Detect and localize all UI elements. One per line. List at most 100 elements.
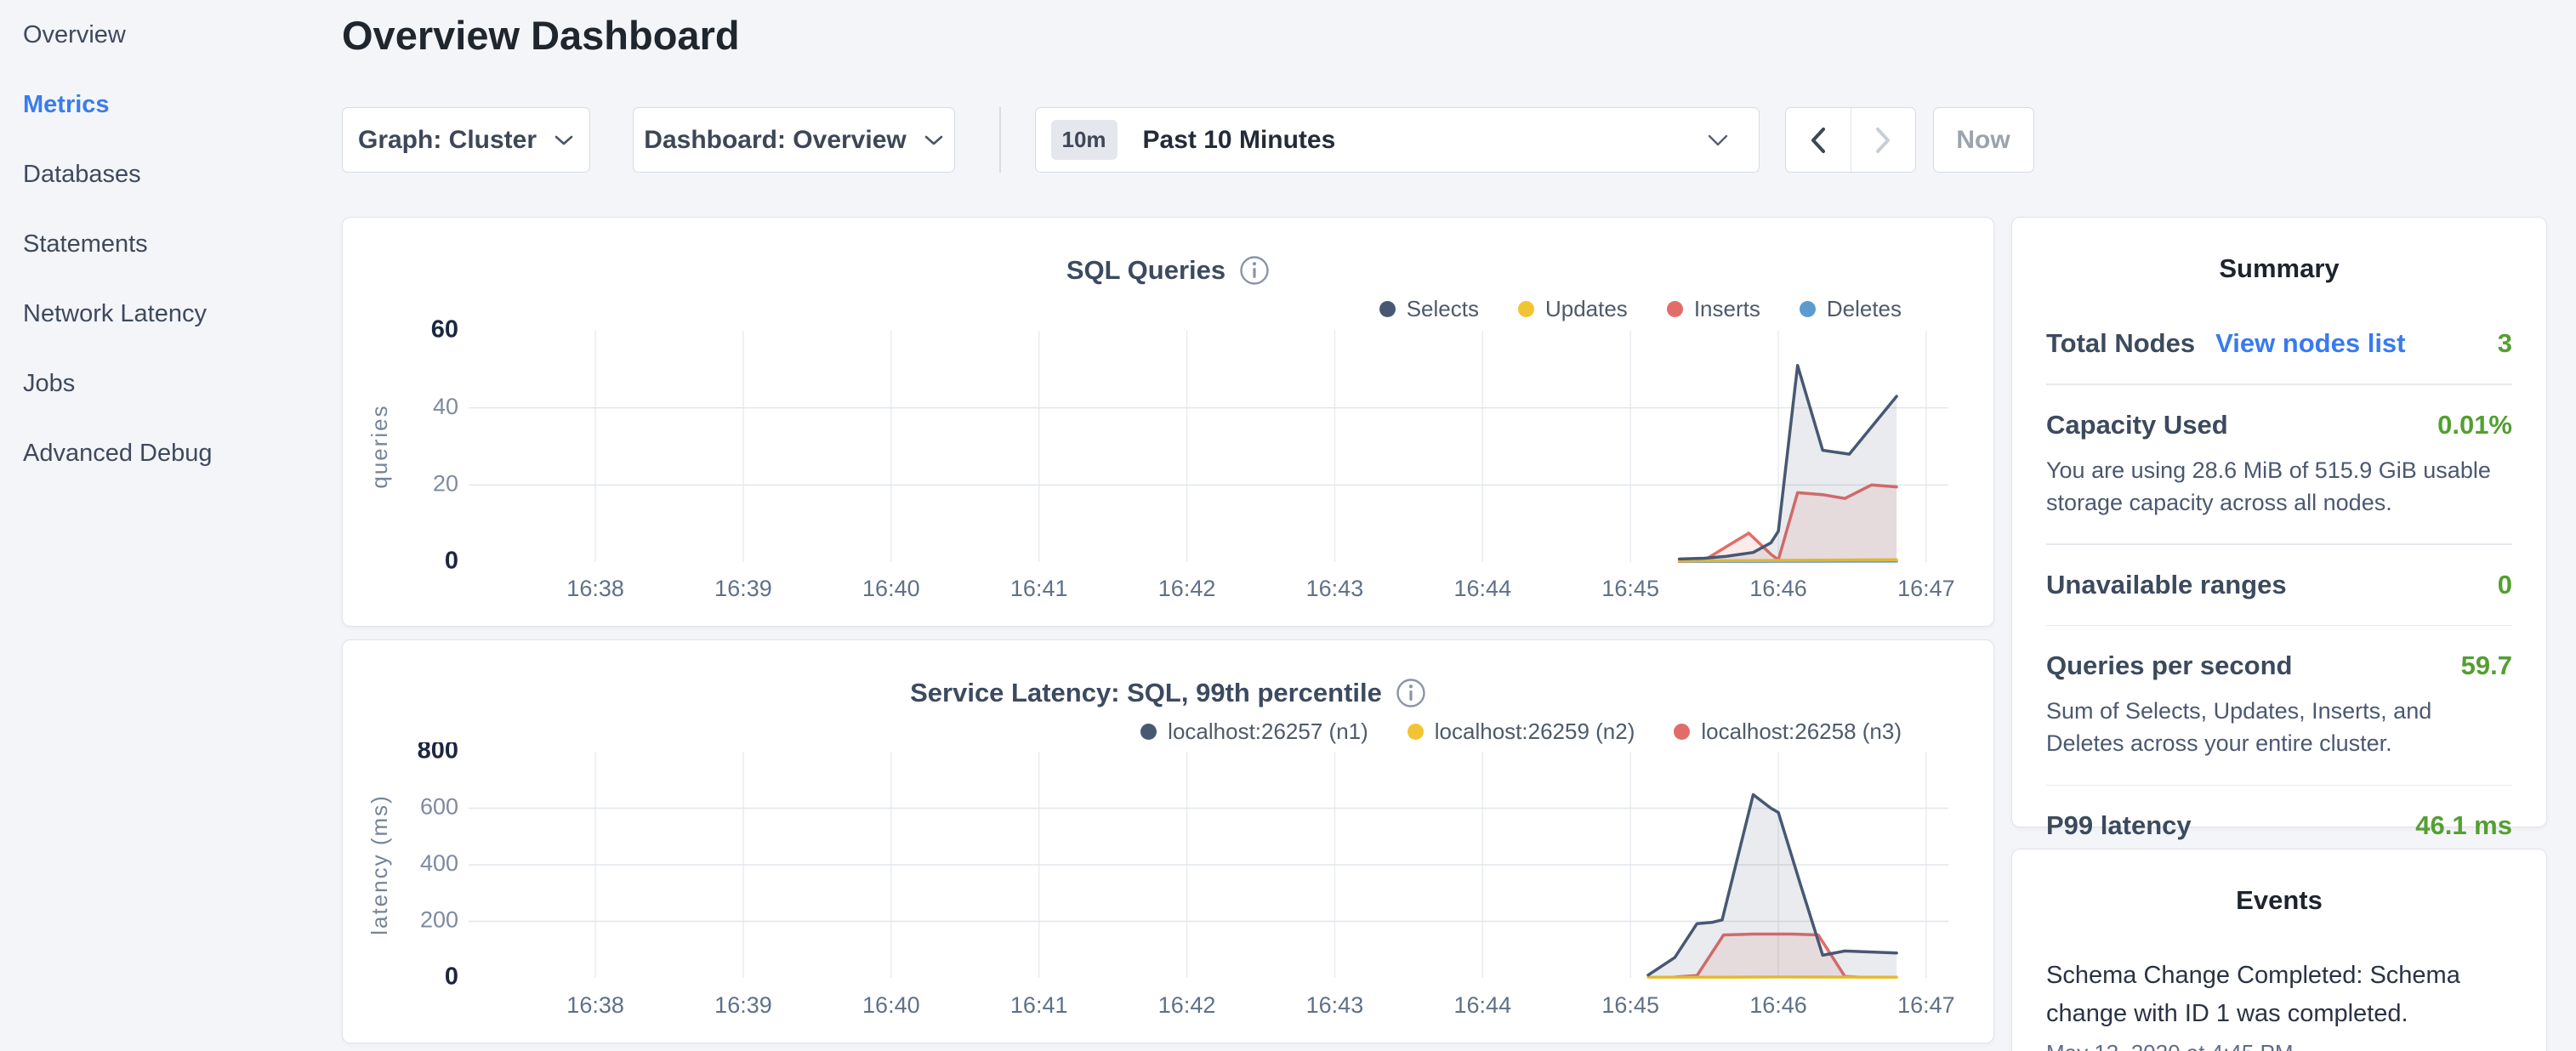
legend-item-selects[interactable]: Selects bbox=[1379, 296, 1479, 322]
x-axis-tick-label: 16:45 bbox=[1601, 992, 1659, 1018]
legend-item-localhost-26259-n2-[interactable]: localhost:26259 (n2) bbox=[1407, 719, 1635, 745]
graph-selector-label: Graph: Cluster bbox=[358, 126, 537, 155]
y-axis-tick-label: 40 bbox=[433, 394, 458, 419]
y-axis-tick-label: 0 bbox=[445, 548, 458, 575]
legend-dot-icon bbox=[1667, 301, 1683, 317]
sidebar-item-statements[interactable]: Statements bbox=[0, 209, 333, 279]
summary-title: Summary bbox=[2012, 253, 2546, 284]
legend-item-localhost-26257-n1-[interactable]: localhost:26257 (n1) bbox=[1140, 719, 1368, 745]
sidebar: OverviewMetricsDatabases Statements Networ… bbox=[0, 0, 333, 1051]
y-axis-tick-label: 800 bbox=[418, 742, 458, 764]
x-axis-tick-label: 16:43 bbox=[1306, 576, 1364, 601]
summary-divider bbox=[2046, 785, 2512, 787]
y-axis-tick-label: 200 bbox=[420, 907, 458, 933]
service-latency-title-row: Service Latency: SQL, 99th percentile bbox=[343, 678, 1993, 708]
y-axis-tick-label: 20 bbox=[433, 470, 458, 496]
sidebar-item-databases[interactable]: Databases bbox=[0, 139, 333, 209]
x-axis-tick-label: 16:45 bbox=[1601, 576, 1659, 601]
overview-dashboard-page: OverviewMetricsDatabases Statements Networ… bbox=[0, 0, 2576, 1051]
summary-row-p99-latency: P99 latency46.1 ms bbox=[2046, 810, 2512, 841]
sidebar-item-advanced-debug[interactable]: Advanced Debug bbox=[0, 418, 333, 488]
x-axis-tick-label: 16:38 bbox=[566, 992, 624, 1018]
sidebar-item-jobs[interactable]: Jobs bbox=[0, 349, 333, 418]
summary-row-label: Capacity Used bbox=[2046, 410, 2228, 440]
info-icon[interactable] bbox=[1396, 678, 1426, 708]
x-axis-tick-label: 16:39 bbox=[714, 992, 772, 1018]
legend-label: Updates bbox=[1545, 296, 1628, 322]
y-axis-tick-label: 400 bbox=[420, 850, 458, 876]
sql-queries-card: SQL Queries Selects Updates Inserts Deletes… bbox=[342, 217, 1994, 627]
series-area-selects bbox=[1680, 366, 1897, 562]
x-axis-tick-label: 16:38 bbox=[566, 576, 624, 601]
chevron-left-icon bbox=[1809, 126, 1828, 155]
legend-label: localhost:26258 (n3) bbox=[1701, 719, 1902, 745]
time-range-pager bbox=[1785, 107, 1916, 173]
x-axis-tick-label: 16:42 bbox=[1158, 576, 1216, 601]
sql-queries-title: SQL Queries bbox=[1066, 255, 1225, 286]
event-timestamp: May 13, 2020 at 4:45 PM bbox=[2046, 1040, 2512, 1051]
dashboard-selector-dropdown[interactable]: Dashboard: Overview bbox=[633, 107, 955, 173]
legend-label: Inserts bbox=[1694, 296, 1760, 322]
x-axis-tick-label: 16:46 bbox=[1749, 576, 1807, 601]
x-axis-tick-label: 16:47 bbox=[1897, 576, 1955, 601]
legend-item-updates[interactable]: Updates bbox=[1518, 296, 1628, 322]
service-latency-chart[interactable]: 020040060080016:3816:3916:4016:4116:4216… bbox=[343, 742, 1995, 1040]
sidebar-item-overview[interactable]: Overview bbox=[0, 0, 333, 70]
legend-dot-icon bbox=[1379, 301, 1396, 317]
legend-label: localhost:26257 (n1) bbox=[1168, 719, 1368, 745]
summary-row-unavailable-ranges: Unavailable ranges0 bbox=[2046, 570, 2512, 600]
sidebar-item-metrics[interactable]: Metrics bbox=[0, 70, 333, 139]
x-axis-tick-label: 16:42 bbox=[1158, 992, 1216, 1018]
summary-row-description: You are using 28.6 MiB of 515.9 GiB usab… bbox=[2046, 454, 2512, 520]
graph-selector-dropdown[interactable]: Graph: Cluster bbox=[342, 107, 590, 173]
x-axis-tick-label: 16:41 bbox=[1010, 576, 1068, 601]
x-axis-tick-label: 16:43 bbox=[1306, 992, 1364, 1018]
x-axis-tick-label: 16:46 bbox=[1749, 992, 1807, 1018]
summary-row-label: Queries per second bbox=[2046, 650, 2292, 681]
legend-dot-icon bbox=[1407, 724, 1424, 740]
next-time-range-button[interactable] bbox=[1851, 108, 1915, 172]
events-body: Schema Change Completed: Schema change w… bbox=[2012, 957, 2546, 1051]
info-icon[interactable] bbox=[1239, 255, 1270, 286]
legend-dot-icon bbox=[1140, 724, 1157, 740]
dashboard-selector-label: Dashboard: Overview bbox=[644, 126, 906, 155]
summary-row-value: 0.01% bbox=[2437, 410, 2512, 440]
y-axis-tick-label: 600 bbox=[420, 794, 458, 820]
sql-queries-legend: Selects Updates Inserts Deletes bbox=[1379, 296, 1902, 322]
summary-panel: Summary Total NodesView nodes list3 Capac… bbox=[2011, 217, 2547, 827]
legend-item-deletes[interactable]: Deletes bbox=[1800, 296, 1902, 322]
legend-item-inserts[interactable]: Inserts bbox=[1667, 296, 1760, 322]
controls-divider bbox=[999, 107, 1001, 173]
page-title: Overview Dashboard bbox=[342, 12, 740, 59]
sidebar-item-label: Network Latency bbox=[23, 300, 207, 328]
events-panel: Events Schema Change Completed: Schema c… bbox=[2011, 849, 2547, 1051]
legend-item-localhost-26258-n3-[interactable]: localhost:26258 (n3) bbox=[1674, 719, 1902, 745]
legend-label: Selects bbox=[1407, 296, 1479, 322]
now-button[interactable]: Now bbox=[1933, 107, 2034, 173]
sidebar-item-label: Statements bbox=[23, 230, 148, 258]
time-range-badge: 10m bbox=[1051, 120, 1117, 160]
dashboard-controls: Graph: Cluster Dashboard: Overview 10m P… bbox=[342, 107, 2034, 173]
summary-row-capacity-used: Capacity Used 0.01% bbox=[2046, 410, 2512, 440]
time-range-selector[interactable]: 10m Past 10 Minutes bbox=[1035, 107, 1760, 173]
x-axis-tick-label: 16:47 bbox=[1897, 992, 1955, 1018]
x-axis-tick-label: 16:40 bbox=[862, 992, 920, 1018]
y-axis-tick-label: 0 bbox=[445, 963, 458, 991]
events-title: Events bbox=[2012, 885, 2546, 916]
chevron-right-icon bbox=[1874, 126, 1892, 155]
summary-row-description: Sum of Selects, Updates, Inserts, and De… bbox=[2046, 695, 2512, 760]
sql-queries-chart[interactable]: 020406016:3816:3916:4016:4116:4216:4316:… bbox=[343, 320, 1995, 622]
summary-body: Total NodesView nodes list3 Capacity Used… bbox=[2012, 328, 2546, 841]
sidebar-item-network-latency[interactable]: Network Latency bbox=[0, 279, 333, 349]
sql-queries-title-row: SQL Queries bbox=[343, 255, 1993, 286]
summary-divider bbox=[2046, 625, 2512, 627]
summary-row-total-nodes: Total NodesView nodes list3 bbox=[2046, 328, 2512, 359]
view-nodes-list-link[interactable]: View nodes list bbox=[2215, 328, 2405, 359]
sidebar-item-label: Jobs bbox=[23, 370, 75, 398]
x-axis-tick-label: 16:44 bbox=[1454, 992, 1512, 1018]
y-axis-tick-label: 60 bbox=[431, 320, 458, 344]
summary-divider bbox=[2046, 543, 2512, 545]
prev-time-range-button[interactable] bbox=[1786, 108, 1851, 172]
event-message: Schema Change Completed: Schema change w… bbox=[2046, 957, 2512, 1033]
y-axis-title: latency (ms) bbox=[367, 794, 392, 935]
